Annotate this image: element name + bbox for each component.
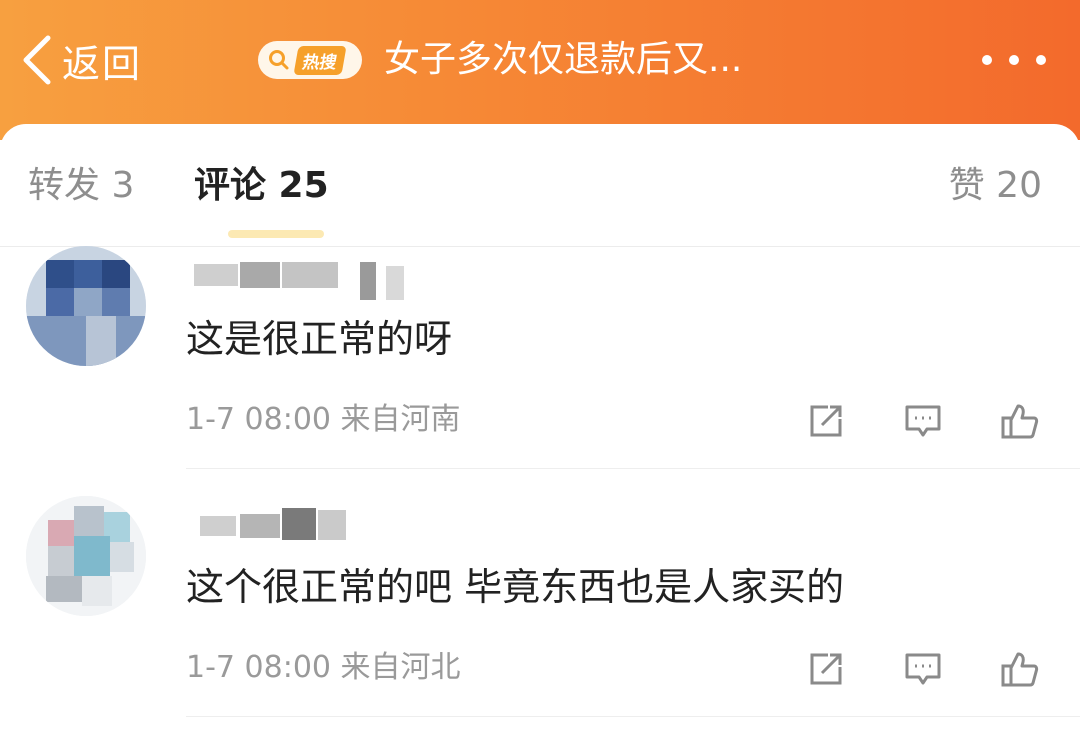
top-bar: 返回 热搜 女子多次仅退款后又... <box>0 0 1080 140</box>
username-redacted[interactable] <box>190 504 410 548</box>
comment-meta: 1-7 08:00 来自河北 <box>186 650 461 685</box>
dot-icon <box>982 55 992 65</box>
repost-icon[interactable] <box>802 397 850 445</box>
comment-actions <box>802 396 1044 446</box>
dot-icon <box>1009 55 1019 65</box>
search-icon <box>269 50 289 70</box>
comment-text: 这是很正常的呀 <box>186 317 453 361</box>
avatar[interactable] <box>26 496 146 616</box>
comment-actions <box>802 644 1044 694</box>
tab-repost[interactable]: 转发 3 <box>28 162 134 210</box>
back-label: 返回 <box>62 41 143 86</box>
comment-icon[interactable] <box>899 645 947 693</box>
hot-search-badge[interactable]: 热搜 <box>258 41 362 79</box>
active-tab-indicator <box>228 230 324 238</box>
repost-icon[interactable] <box>802 645 850 693</box>
tab-bar: 转发 3 评论 25 赞 20 <box>0 124 1080 247</box>
page-title: 女子多次仅退款后又... <box>384 39 743 80</box>
comment-icon[interactable] <box>899 397 947 445</box>
tab-comments[interactable]: 评论 25 <box>194 162 329 210</box>
chevron-left-icon <box>23 35 51 85</box>
like-icon[interactable] <box>996 645 1044 693</box>
avatar[interactable] <box>26 246 146 366</box>
dot-icon <box>1036 55 1046 65</box>
tab-likes[interactable]: 赞 20 <box>949 162 1042 210</box>
like-icon[interactable] <box>996 397 1044 445</box>
comment-meta: 1-7 08:00 来自河南 <box>186 402 461 437</box>
comment-text: 这个很正常的吧 毕竟东西也是人家买的 <box>186 565 845 609</box>
hot-search-label: 热搜 <box>293 45 347 75</box>
back-button[interactable]: 返回 <box>18 30 142 90</box>
divider <box>186 468 1080 469</box>
divider <box>186 716 1080 717</box>
username-redacted[interactable] <box>190 256 410 300</box>
more-button[interactable] <box>982 44 1046 76</box>
